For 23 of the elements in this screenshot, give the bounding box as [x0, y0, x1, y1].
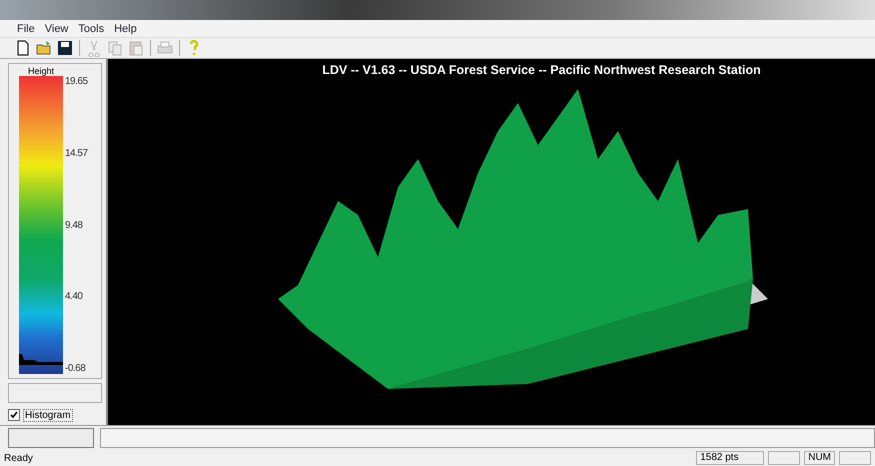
- scale-label: 9.48: [65, 220, 84, 230]
- checkbox-label: Histogram: [23, 408, 73, 422]
- histogram-checkbox[interactable]: [8, 409, 20, 421]
- menu-item[interactable]: Help: [111, 22, 140, 34]
- check-icon: [10, 411, 18, 419]
- panel-button[interactable]: [8, 428, 94, 448]
- status-message: Ready: [4, 452, 34, 464]
- scale-label: 4.40: [65, 291, 84, 302]
- num-indicator: NUM: [804, 451, 835, 465]
- histogram-drawing: [19, 354, 63, 368]
- scale-label: 19.65: [65, 76, 89, 87]
- points-count: 1582 pts: [696, 451, 764, 465]
- viewer-title: LDV -- V1.63 -- USDA Forest Service -- Pacific Northwest Research Station: [322, 63, 761, 77]
- scale-label: -0.68: [65, 363, 86, 374]
- open-folder-icon[interactable]: [35, 39, 53, 57]
- status-pane: [768, 451, 800, 465]
- menu-item[interactable]: File: [14, 22, 38, 34]
- scale-label: 14.57: [65, 148, 89, 159]
- legend-title: Height: [26, 66, 55, 76]
- menu-item[interactable]: View: [42, 22, 72, 34]
- status-pane: [839, 451, 871, 465]
- save-icon[interactable]: [56, 39, 74, 57]
- menu-item[interactable]: Tools: [75, 22, 108, 34]
